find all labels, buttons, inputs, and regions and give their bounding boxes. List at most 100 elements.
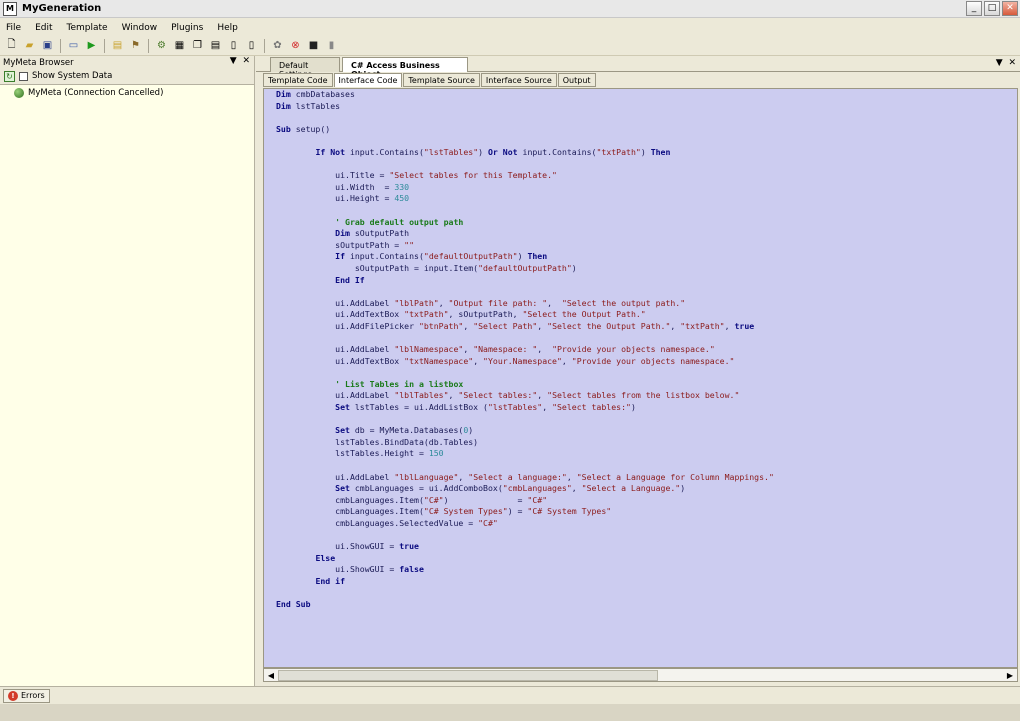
scroll-thumb[interactable] [278, 670, 658, 681]
code-line: ui.Title = "Select tables for this Templ… [276, 170, 557, 181]
code-line: ui.AddTextBox "txtPath", sOutputPath, "S… [276, 309, 646, 320]
app-icon: M [3, 1, 17, 16]
copy-icon[interactable]: ❐ [190, 38, 205, 53]
code-line: ui.AddTextBox "txtNamespace", "Your.Name… [276, 355, 735, 366]
stop-icon[interactable]: ⊗ [288, 38, 303, 53]
page-icon[interactable]: ▯ [226, 38, 241, 53]
code-text: Dim cmbDatabases Dim lstTables Sub setup()… [264, 89, 1017, 611]
code-line: ui.ShowGUI = false [276, 564, 424, 575]
pin-icon[interactable]: ▼ [230, 56, 237, 66]
tab-close-icon[interactable]: ✕ [1008, 58, 1016, 68]
code-line: ' List Tables in a listbox [335, 378, 464, 389]
plugin-icon[interactable]: ▮ [324, 38, 339, 53]
menu-help[interactable]: Help [217, 23, 238, 33]
code-editor[interactable]: Dim cmbDatabases Dim lstTables Sub setup()… [263, 88, 1018, 668]
toolbar: 🗋 ▰ ▣ ▭ ▶ ▤ ⚑ ⚙ ▦ ❐ ▤ ▯ ▯ ✿ ⊗ ■ ▮ [0, 36, 1020, 56]
code-line: ' Grab default output path [335, 216, 464, 227]
tab-template-source[interactable]: Template Source [403, 73, 480, 87]
code-line: cmbLanguages.Item("C# System Types") = "… [276, 506, 612, 517]
title-bar: M MyGeneration _ □ ✕ [0, 0, 1020, 18]
code-line: Dim cmbDatabases [276, 89, 355, 99]
window-controls: _ □ ✕ [966, 1, 1018, 16]
menu-template[interactable]: Template [67, 23, 108, 33]
build-icon[interactable]: ⚙ [154, 38, 169, 53]
code-line: cmbLanguages.Item("C#") = "C#" [276, 494, 548, 505]
bottom-strip [0, 704, 1020, 721]
tab-default-settings[interactable]: Default Settings [270, 57, 340, 79]
panel-options: ↻ Show System Data [0, 69, 254, 83]
horizontal-scrollbar[interactable]: ◀ ▶ [263, 668, 1018, 682]
mymeta-browser-panel: MyMeta Browser ▼ ✕ ↻ Show System Data My… [0, 56, 255, 686]
minimize-button[interactable]: _ [966, 1, 982, 16]
code-line: Set cmbLanguages = ui.AddComboBox("cmbLa… [335, 483, 686, 494]
code-line: ui.AddLabel "lblLanguage", "Select a lan… [276, 471, 774, 482]
show-system-data-label: Show System Data [32, 71, 113, 81]
code-line: ui.Width = 330 [276, 181, 410, 192]
status-bar: ! Errors [0, 686, 1020, 704]
tab-interface-code[interactable]: Interface Code [333, 73, 403, 87]
panel-title: MyMeta Browser [3, 57, 74, 68]
close-button[interactable]: ✕ [1002, 1, 1018, 16]
code-line: Else [315, 552, 336, 563]
panel-close-icon[interactable]: ✕ [242, 56, 250, 66]
doc-tab-controls: ▼ ✕ [996, 58, 1016, 68]
paste-icon[interactable]: ▤ [208, 38, 223, 53]
code-line: ui.ShowGUI = true [276, 541, 419, 552]
editor-sub-tabs: Template Code Interface Code Template So… [263, 73, 1020, 88]
tab-list-icon[interactable]: ▼ [996, 58, 1003, 68]
code-line: Set lstTables = ui.AddListBox ("lstTable… [335, 402, 636, 413]
code-line: If input.Contains("defaultOutputPath") T… [335, 251, 548, 262]
code-line: Set db = MyMeta.Databases(0) [335, 425, 474, 436]
open-icon[interactable]: ▰ [22, 38, 37, 53]
menu-file[interactable]: File [6, 23, 21, 33]
new-icon[interactable]: 🗋 [4, 38, 19, 53]
code-line: lstTables.BindData(db.Tables) [276, 436, 479, 447]
scroll-left-icon[interactable]: ◀ [265, 670, 277, 681]
menu-bar: File Edit Template Window Plugins Help [0, 19, 1020, 36]
save-icon[interactable]: ▣ [40, 38, 55, 53]
tab-csharp-access-business-object[interactable]: C# Access Business Object [342, 57, 468, 79]
errors-tab[interactable]: ! Errors [3, 688, 50, 703]
tree-node-mymeta[interactable]: MyMeta (Connection Cancelled) [0, 85, 254, 98]
tab-template-code[interactable]: Template Code [263, 73, 333, 87]
monitor-icon[interactable]: ■ [306, 38, 321, 53]
menu-plugins[interactable]: Plugins [171, 23, 203, 33]
show-system-data-checkbox[interactable] [19, 71, 28, 81]
code-line: If Not input.Contains("lstTables") Or No… [315, 146, 671, 157]
tree-node-label: MyMeta (Connection Cancelled) [28, 88, 164, 98]
error-icon: ! [8, 690, 18, 701]
tab-interface-source[interactable]: Interface Source [480, 73, 557, 87]
code-line: ui.AddLabel "lblPath", "Output file path… [276, 297, 686, 308]
refresh-icon[interactable]: ↻ [4, 70, 15, 82]
menu-edit[interactable]: Edit [35, 23, 52, 33]
code-line: ui.AddFilePicker "btnPath", "Select Path… [276, 320, 755, 331]
scroll-right-icon[interactable]: ▶ [1004, 670, 1016, 681]
meta-tree: MyMeta (Connection Cancelled) [0, 84, 254, 686]
menu-window[interactable]: Window [122, 23, 158, 33]
tools-icon[interactable]: ✿ [270, 38, 285, 53]
tab-output[interactable]: Output [557, 73, 596, 87]
grid-icon[interactable]: ▦ [172, 38, 187, 53]
properties-icon[interactable]: ▭ [66, 38, 81, 53]
page2-icon[interactable]: ▯ [244, 38, 259, 53]
window-title: MyGeneration [22, 3, 102, 14]
maximize-button[interactable]: □ [984, 1, 1000, 16]
run-icon[interactable]: ▶ [84, 38, 99, 53]
code-line: ui.AddLabel "lblTables", "Select tables:… [276, 390, 740, 401]
wand-icon[interactable]: ⚑ [128, 38, 143, 53]
toolbar-separator [60, 38, 61, 53]
folder-icon[interactable]: ▤ [110, 38, 125, 53]
code-line: cmbLanguages.SelectedValue = "C#" [276, 517, 498, 528]
toolbar-separator [264, 38, 265, 53]
